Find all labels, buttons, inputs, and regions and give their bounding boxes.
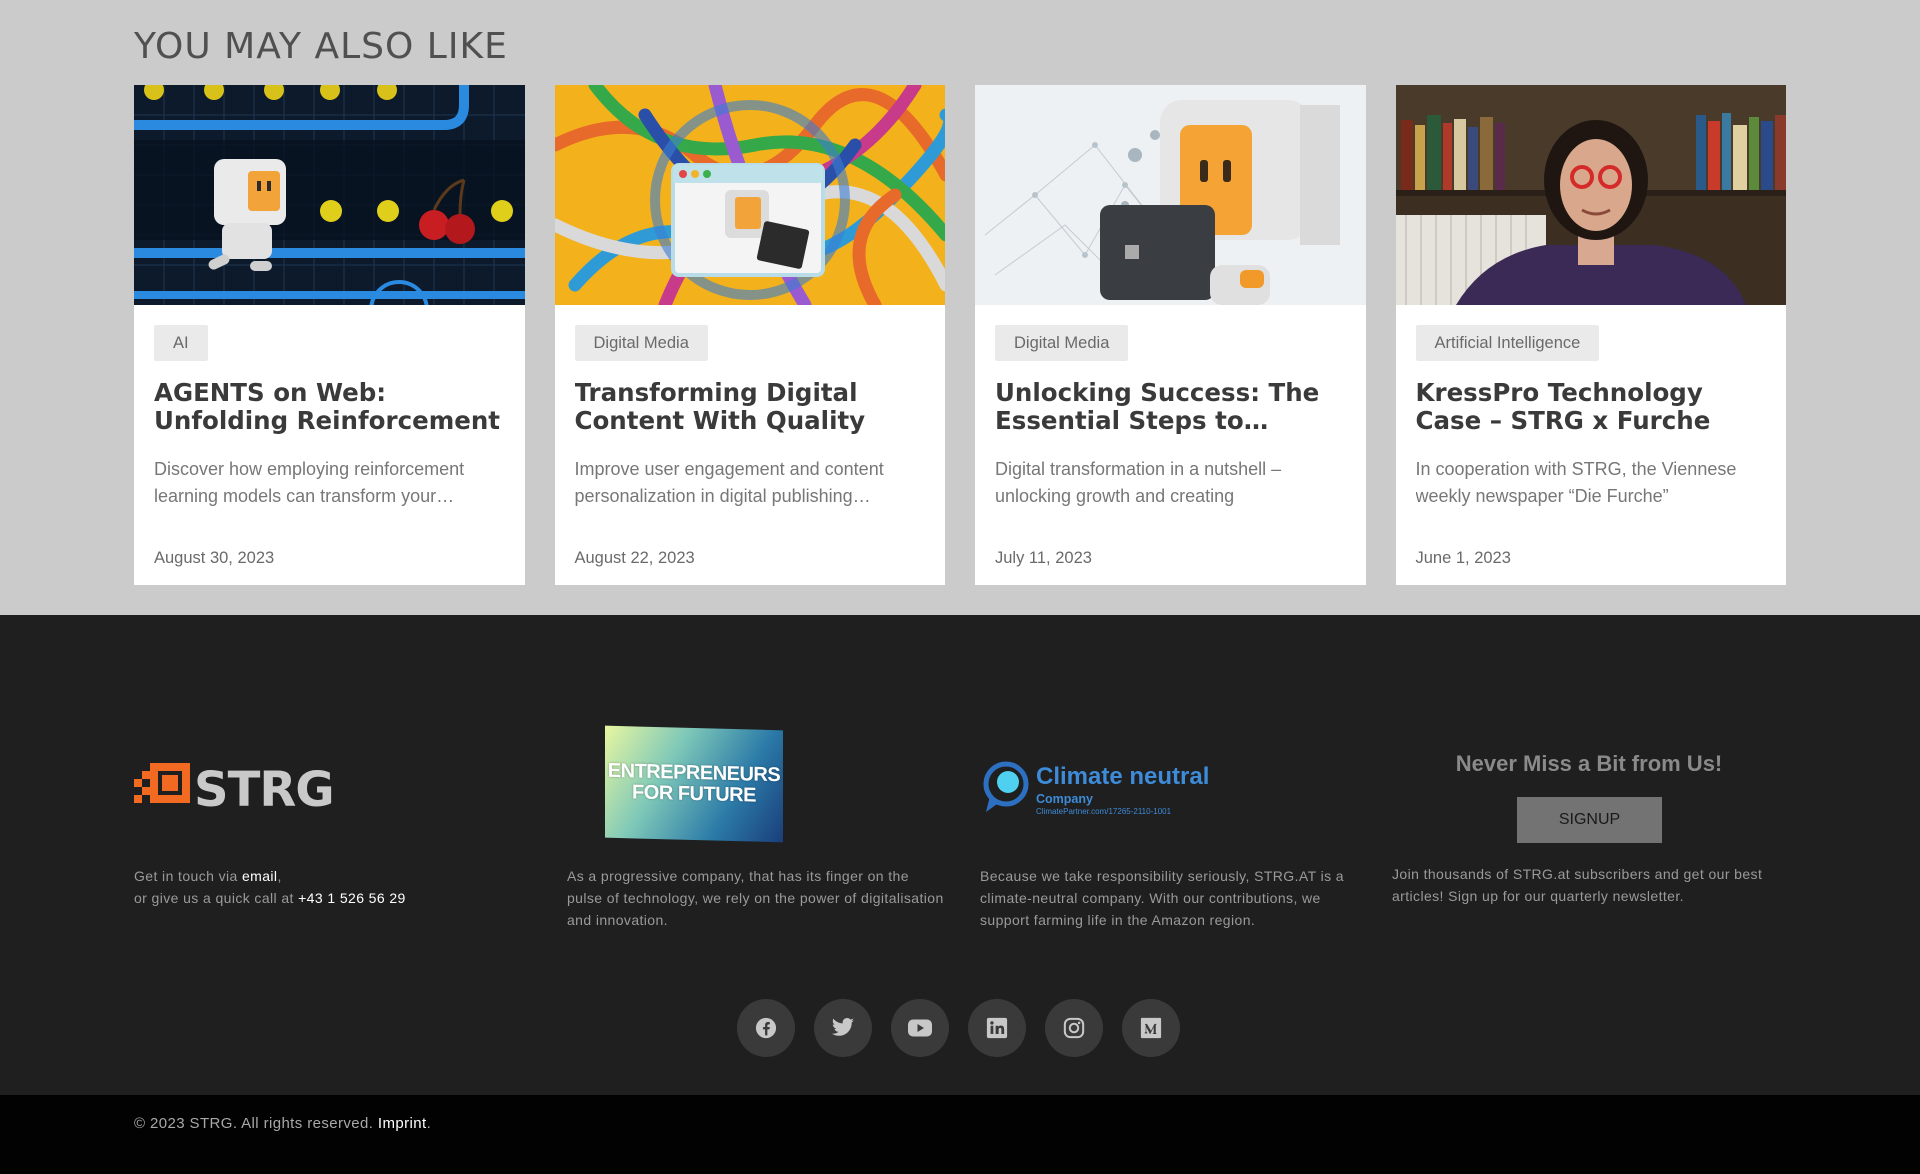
newsletter-title: Never Miss a Bit from Us! (1455, 751, 1723, 776)
imprint-link[interactable]: Imprint (378, 1115, 427, 1132)
linkedin-icon[interactable] (968, 999, 1026, 1057)
copyright-dot: . (426, 1115, 432, 1132)
article-excerpt: Improve user engagement and content pers… (574, 459, 884, 506)
related-cards: AI AGENTS on Web: Unfolding Reinforcemen… (134, 85, 1786, 585)
category-tag[interactable]: AI (154, 325, 208, 361)
twitter-icon[interactable] (814, 999, 872, 1057)
article-date: June 1, 2023 (1415, 549, 1511, 567)
instagram-icon[interactable] (1045, 999, 1103, 1057)
article-title[interactable]: AGENTS on Web: Unfolding Reinforcement L… (154, 379, 509, 435)
article-card[interactable]: Digital Media Transforming Digital Conte… (554, 85, 945, 585)
article-image[interactable] (134, 85, 525, 305)
article-image[interactable] (554, 85, 945, 305)
article-excerpt: Discover how employing reinforcement lea… (154, 459, 465, 506)
climate-neutral-logo[interactable]: Climate neutral Company ClimatePartner.c… (980, 760, 1240, 822)
contact-phone-prefix: or give us a quick call at (134, 890, 299, 906)
climate-title: Climate neutral (1036, 763, 1210, 790)
copyright-label: © 2023 STRG. All rights reserved. (134, 1115, 378, 1132)
contact-text: Get in touch via email, or give us a qui… (134, 865, 494, 909)
facebook-icon[interactable] (737, 999, 795, 1057)
category-tag[interactable]: Digital Media (574, 325, 708, 361)
copyright-bar: © 2023 STRG. All rights reserved. Imprin… (0, 1095, 1920, 1174)
contact-prefix: Get in touch via (134, 868, 242, 884)
article-date: August 22, 2023 (574, 549, 695, 567)
social-links (737, 999, 1180, 1057)
article-title[interactable]: Unlocking Success: The Essential Steps t… (995, 379, 1350, 435)
medium-icon[interactable] (1122, 999, 1180, 1057)
article-excerpt: In cooperation with STRG, the Viennese w… (1415, 459, 1737, 506)
article-card[interactable]: AI AGENTS on Web: Unfolding Reinforcemen… (134, 85, 525, 585)
youtube-icon[interactable] (891, 999, 949, 1057)
phone-link[interactable]: +43 1 526 56 29 (298, 890, 406, 906)
site-footer: STRG. Get in touch via email, or give us… (0, 615, 1920, 1095)
climate-text: Because we take responsibility seriously… (980, 868, 1344, 928)
strg-logo[interactable]: STRG. (134, 762, 352, 818)
article-title[interactable]: KressPro Technology Case – STRG x Furche… (1416, 379, 1771, 435)
article-image[interactable] (1395, 85, 1786, 305)
article-title[interactable]: Transforming Digital Content With Qualit… (575, 379, 930, 435)
category-tag[interactable]: Digital Media (995, 325, 1129, 361)
related-articles-section: YOU MAY ALSO LIKE AI AGENTS on Web: Unfo… (0, 0, 1920, 615)
entrepreneurs-for-future-badge[interactable]: ENTREPRENEURS FOR FUTURE (605, 725, 783, 843)
article-date: August 30, 2023 (154, 549, 275, 567)
climate-pin-icon (983, 761, 1029, 812)
badge-line-2: FOR FUTURE (632, 781, 756, 807)
article-card[interactable]: Digital Media Unlocking Success: The Ess… (975, 85, 1366, 585)
article-excerpt: Digital transformation in a nutshell – u… (995, 459, 1282, 506)
climate-url: ClimatePartner.com/17265-2110-1001 (1036, 807, 1172, 816)
strg-logo-text: STRG. (194, 763, 334, 811)
article-card[interactable]: Artificial Intelligence KressPro Technol… (1395, 85, 1786, 585)
article-image[interactable] (975, 85, 1366, 305)
email-link[interactable]: email (242, 868, 277, 884)
related-heading: YOU MAY ALSO LIKE (134, 26, 508, 67)
category-tag[interactable]: Artificial Intelligence (1415, 325, 1600, 361)
contact-comma: , (277, 868, 282, 884)
article-date: July 11, 2023 (995, 549, 1092, 567)
copyright-text: © 2023 STRG. All rights reserved. Imprin… (134, 1115, 431, 1132)
signup-button[interactable]: SIGNUP (1517, 797, 1662, 843)
climate-sub: Company (1036, 792, 1093, 806)
entrepreneurs-text: As a progressive company, that has its f… (567, 868, 944, 928)
newsletter-text: Join thousands of STRG.at subscribers an… (1392, 866, 1763, 904)
